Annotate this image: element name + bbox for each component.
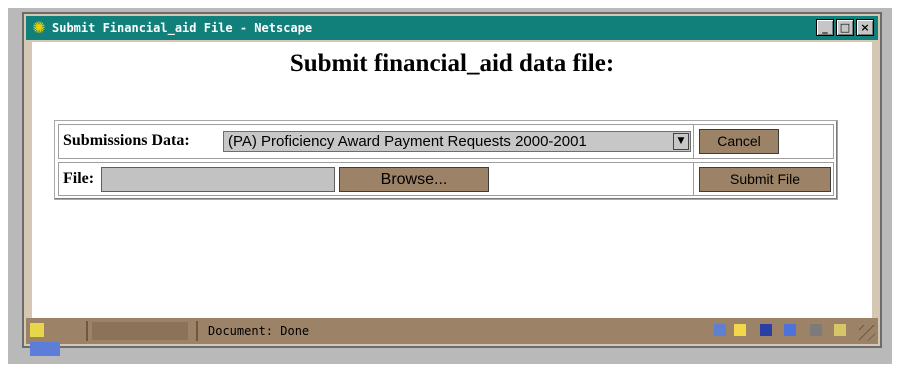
news-icon[interactable] — [760, 324, 772, 336]
file-path-input[interactable] — [101, 167, 335, 192]
file-label: File: — [63, 170, 95, 187]
submissions-label: Submissions Data: — [63, 132, 190, 149]
page-content: Submit financial_aid data file: Submissi… — [32, 42, 872, 318]
mail-icon[interactable] — [734, 324, 746, 336]
title-bar[interactable]: ✺ Submit Financial_aid File - Netscape _… — [26, 16, 878, 40]
file-cell: File: Browse... — [59, 163, 694, 195]
submissions-select[interactable]: (PA) Proficiency Award Payment Requests … — [223, 131, 691, 152]
browse-button[interactable]: Browse... — [339, 167, 489, 192]
status-left-icons — [30, 322, 82, 356]
browser-window: ✺ Submit Financial_aid File - Netscape _… — [22, 12, 882, 356]
window-title: Submit Financial_aid File - Netscape — [52, 21, 313, 35]
composer-icon[interactable] — [810, 324, 822, 336]
status-divider — [86, 321, 88, 341]
minimize-button[interactable]: _ — [816, 19, 834, 36]
page-title: Submit financial_aid data file: — [289, 50, 615, 77]
chevron-down-icon[interactable]: ▼ — [673, 133, 689, 150]
address-book-icon[interactable] — [784, 324, 796, 336]
component-bar — [714, 322, 854, 340]
submissions-cell: Submissions Data: (PA) Proficiency Award… — [59, 125, 694, 158]
security-key-icon[interactable] — [30, 323, 44, 337]
edit-icon[interactable] — [834, 324, 846, 336]
submissions-selected-value: (PA) Proficiency Award Payment Requests … — [228, 133, 587, 150]
navigator-icon[interactable] — [714, 324, 726, 336]
status-divider — [196, 321, 198, 341]
maximize-button[interactable]: □ — [836, 19, 854, 36]
status-text: Document: Done — [208, 324, 310, 338]
file-row: File: Browse... Submit File — [58, 162, 834, 196]
submission-form: Submissions Data: (PA) Proficiency Award… — [54, 120, 838, 200]
resize-grip[interactable] — [859, 325, 875, 341]
progress-bar — [92, 322, 188, 340]
close-button[interactable]: × — [856, 19, 874, 36]
cancel-button[interactable]: Cancel — [699, 129, 779, 154]
netscape-icon: ✺ — [32, 18, 46, 37]
network-icon — [30, 342, 60, 356]
status-bar: Document: Done — [26, 318, 878, 356]
submissions-row: Submissions Data: (PA) Proficiency Award… — [58, 124, 834, 159]
submit-file-button[interactable]: Submit File — [699, 167, 831, 192]
